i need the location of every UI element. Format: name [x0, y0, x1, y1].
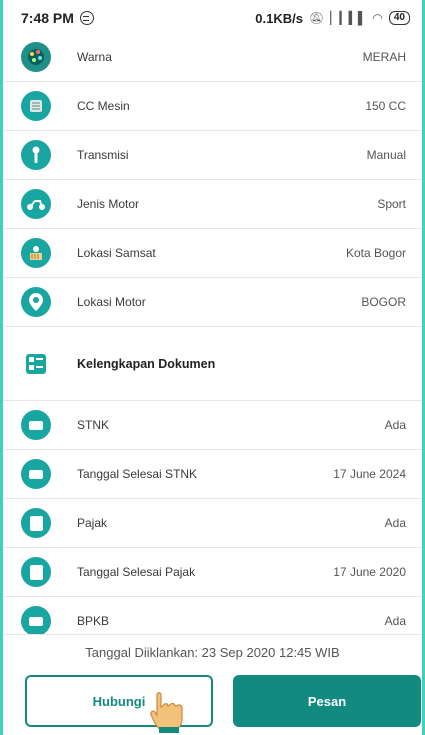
bottom-action-bar: Tanggal Diiklankan: 23 Sep 2020 12:45 WI…: [3, 634, 422, 735]
wifi-icon: ◠: [372, 11, 383, 25]
document-label: Tanggal Selesai STNK: [77, 467, 198, 481]
document-value: 17 June 2020: [333, 565, 406, 579]
detail-row-jenis-motor: Jenis Motor Sport: [3, 180, 422, 229]
sync-icon: [79, 11, 94, 25]
section-title: Kelengkapan Dokumen: [77, 356, 216, 371]
posted-date: Tanggal Diiklankan: 23 Sep 2020 12:45 WI…: [85, 645, 340, 660]
detail-value: BOGOR: [361, 295, 406, 309]
detail-label: Jenis Motor: [77, 197, 140, 211]
document-row-pajak: Pajak Ada: [3, 499, 422, 548]
motorcycle-icon: [21, 189, 51, 219]
detail-value: Sport: [377, 197, 406, 211]
card-icon: [21, 459, 51, 489]
color-palette-icon: [21, 42, 51, 72]
contact-button-label: Hubungi: [92, 693, 146, 709]
document-icon: [21, 508, 51, 538]
app-frame: 7:48 PM 0.1KB/s 🔕︎ ▏▎▍▌ ◠ 40 Warna MERAH…: [0, 0, 425, 735]
action-buttons: Hubungi Pesan: [25, 675, 421, 733]
detail-row-cc-mesin: CC Mesin 150 CC: [3, 82, 422, 131]
detail-label: Lokasi Samsat: [77, 246, 156, 260]
detail-row-lokasi-samsat: Lokasi Samsat Kota Bogor: [3, 229, 422, 278]
detail-label: Transmisi: [77, 148, 129, 162]
office-building-icon: [21, 238, 51, 268]
document-row-tanggal-stnk: Tanggal Selesai STNK 17 June 2024: [3, 450, 422, 499]
document-value: Ada: [384, 418, 406, 432]
contact-button[interactable]: Hubungi: [25, 675, 213, 733]
document-row-stnk: STNK Ada: [3, 401, 422, 450]
network-speed: 0.1KB/s: [255, 10, 303, 26]
card-icon: [21, 410, 51, 440]
detail-row-lokasi-motor: Lokasi Motor BOGOR: [3, 278, 422, 327]
document-value: Ada: [384, 516, 406, 530]
document-icon: [21, 557, 51, 587]
checklist-icon: [21, 349, 51, 379]
document-label: Pajak: [77, 516, 108, 530]
document-value: Ada: [384, 614, 406, 628]
pointer-hand-icon: [150, 692, 183, 733]
mute-icon: 🔕︎: [308, 11, 325, 25]
detail-label: Warna: [77, 50, 112, 64]
detail-value: Manual: [366, 148, 406, 162]
document-row-tanggal-pajak: Tanggal Selesai Pajak 17 June 2020: [3, 548, 422, 597]
battery-icon: 40: [388, 11, 410, 25]
detail-row-transmisi: Transmisi Manual: [3, 131, 422, 180]
order-button-label: Pesan: [307, 693, 347, 709]
document-label: STNK: [77, 418, 110, 432]
status-bar: 7:48 PM 0.1KB/s 🔕︎ ▏▎▍▌ ◠ 40: [3, 0, 422, 36]
detail-label: CC Mesin: [77, 99, 130, 113]
engine-icon: [21, 91, 51, 121]
order-button[interactable]: Pesan: [233, 675, 421, 727]
detail-value: Kota Bogor: [345, 246, 406, 260]
documents-section-header: Kelengkapan Dokumen: [3, 327, 422, 401]
status-indicators: 0.1KB/s 🔕︎ ▏▎▍▌ ◠ 40: [255, 11, 410, 26]
document-label: Tanggal Selesai Pajak: [77, 565, 196, 579]
signal-icon: ▏▎▍▌: [330, 11, 367, 25]
detail-label: Lokasi Motor: [77, 295, 146, 309]
document-value: 17 June 2024: [333, 467, 406, 481]
document-label: BPKB: [77, 614, 110, 628]
detail-row-warna: Warna MERAH: [3, 33, 422, 82]
location-pin-icon: [21, 287, 51, 317]
detail-value: 150 CC: [365, 99, 406, 113]
card-icon: [21, 606, 51, 636]
gear-shift-icon: [21, 140, 51, 170]
status-time: 7:48 PM: [21, 10, 74, 26]
spec-list: Warna MERAH CC Mesin 150 CC Transmisi Ma…: [3, 33, 422, 646]
detail-value: MERAH: [362, 50, 406, 64]
